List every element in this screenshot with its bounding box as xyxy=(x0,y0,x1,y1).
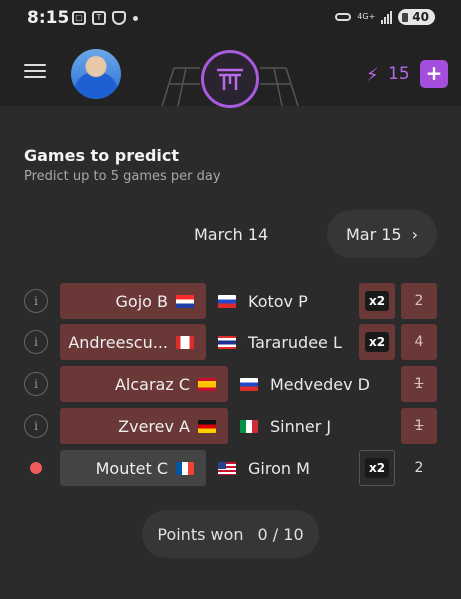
points-won-label: Points won xyxy=(157,524,244,544)
player1-name: Zverev A xyxy=(118,416,190,436)
shield-icon xyxy=(112,11,126,25)
croatia-flag-icon xyxy=(176,294,194,308)
player1-name: Andreescu... xyxy=(68,332,168,352)
player2-name: Sinner J xyxy=(270,416,332,436)
chevron-right-icon: › xyxy=(411,224,419,244)
player2-button[interactable]: Giron M xyxy=(218,450,310,486)
info-icon[interactable]: i xyxy=(24,414,48,438)
points-badge: 1 xyxy=(401,408,437,444)
points-badge: 4 xyxy=(401,324,437,360)
multiplier-button[interactable]: x2 xyxy=(359,283,395,319)
network-type: 4G+ xyxy=(357,12,376,21)
player1-button[interactable]: Moutet C xyxy=(60,450,206,486)
player1-button[interactable]: Zverev A xyxy=(60,408,228,444)
logo-glyph-icon xyxy=(217,68,243,90)
points-badge: 1 xyxy=(401,366,437,402)
info-icon[interactable]: i xyxy=(24,372,48,396)
add-energy-button[interactable]: + xyxy=(420,60,448,88)
player1-name: Gojo B xyxy=(115,291,168,311)
match-row: i Andreescu... Tararudee L x2 4 xyxy=(0,324,461,360)
player2-name: Giron M xyxy=(248,458,310,478)
current-date-tab[interactable]: March 14 xyxy=(194,225,268,244)
player2-button[interactable]: Medvedev D xyxy=(240,366,370,402)
usa-flag-icon xyxy=(218,461,236,475)
multiplier-label: x2 xyxy=(364,332,390,352)
multiplier-label: x2 xyxy=(364,291,390,311)
player2-button[interactable]: Kotov P xyxy=(218,283,308,319)
thailand-flag-icon xyxy=(218,335,236,349)
status-indicators: 4G+ 40 xyxy=(335,9,435,25)
screenshot-icon: ▢ xyxy=(72,11,86,25)
player2-name: Kotov P xyxy=(248,291,308,311)
section-title: Games to predict xyxy=(24,146,180,165)
notification-dot-icon xyxy=(133,16,138,21)
multiplier-label: x2 xyxy=(364,458,390,478)
signal-icon xyxy=(381,10,393,24)
player2-button[interactable]: Tararudee L xyxy=(218,324,342,360)
app-icon: T xyxy=(92,11,106,25)
player2-button[interactable]: Sinner J xyxy=(240,408,331,444)
next-date-label: Mar 15 xyxy=(345,224,402,244)
section-subtitle: Predict up to 5 games per day xyxy=(24,169,221,184)
match-row: i Zverev A Sinner J 1 xyxy=(0,408,461,444)
match-row: Moutet C Giron M x2 2 xyxy=(0,450,461,486)
player2-name: Tararudee L xyxy=(248,332,342,352)
status-bar: 8:15 ▢ T 4G+ 40 xyxy=(0,0,461,36)
points-won-summary: Points won 0 / 10 xyxy=(142,510,319,558)
player1-button[interactable]: Alcaraz C xyxy=(60,366,228,402)
multiplier-button[interactable]: x2 xyxy=(359,324,395,360)
next-date-button[interactable]: Mar 15 › xyxy=(327,210,437,258)
canada-flag-icon xyxy=(176,335,194,349)
multiplier-button[interactable]: x2 xyxy=(359,450,395,486)
points-won-value: 0 / 10 xyxy=(257,524,304,544)
russia-flag-icon xyxy=(218,294,236,308)
app-logo[interactable] xyxy=(201,50,259,108)
live-indicator-icon xyxy=(30,462,42,474)
russia-flag-icon xyxy=(240,377,258,391)
spain-flag-icon xyxy=(198,377,216,391)
energy-count: 15 xyxy=(388,64,410,84)
player1-button[interactable]: Gojo B xyxy=(60,283,206,319)
player1-name: Moutet C xyxy=(95,458,168,478)
app-header: ⚡ 15 + xyxy=(0,36,461,108)
status-time: 8:15 xyxy=(27,8,70,28)
france-flag-icon xyxy=(176,461,194,475)
player1-name: Alcaraz C xyxy=(114,374,190,394)
energy-bolt-icon: ⚡ xyxy=(366,65,379,86)
germany-flag-icon xyxy=(198,419,216,433)
player1-button[interactable]: Andreescu... xyxy=(60,324,206,360)
points-badge: 2 xyxy=(401,283,437,319)
battery-indicator: 40 xyxy=(398,9,435,25)
player2-name: Medvedev D xyxy=(270,374,370,394)
match-row: i Alcaraz C Medvedev D 1 xyxy=(0,366,461,402)
italy-flag-icon xyxy=(240,419,258,433)
vpn-key-icon xyxy=(335,13,352,21)
avatar[interactable] xyxy=(71,49,121,99)
menu-icon[interactable] xyxy=(24,64,46,78)
info-icon[interactable]: i xyxy=(24,330,48,354)
points-badge: 2 xyxy=(414,460,424,476)
info-icon[interactable]: i xyxy=(24,289,48,313)
match-row: i Gojo B Kotov P x2 2 xyxy=(0,283,461,319)
